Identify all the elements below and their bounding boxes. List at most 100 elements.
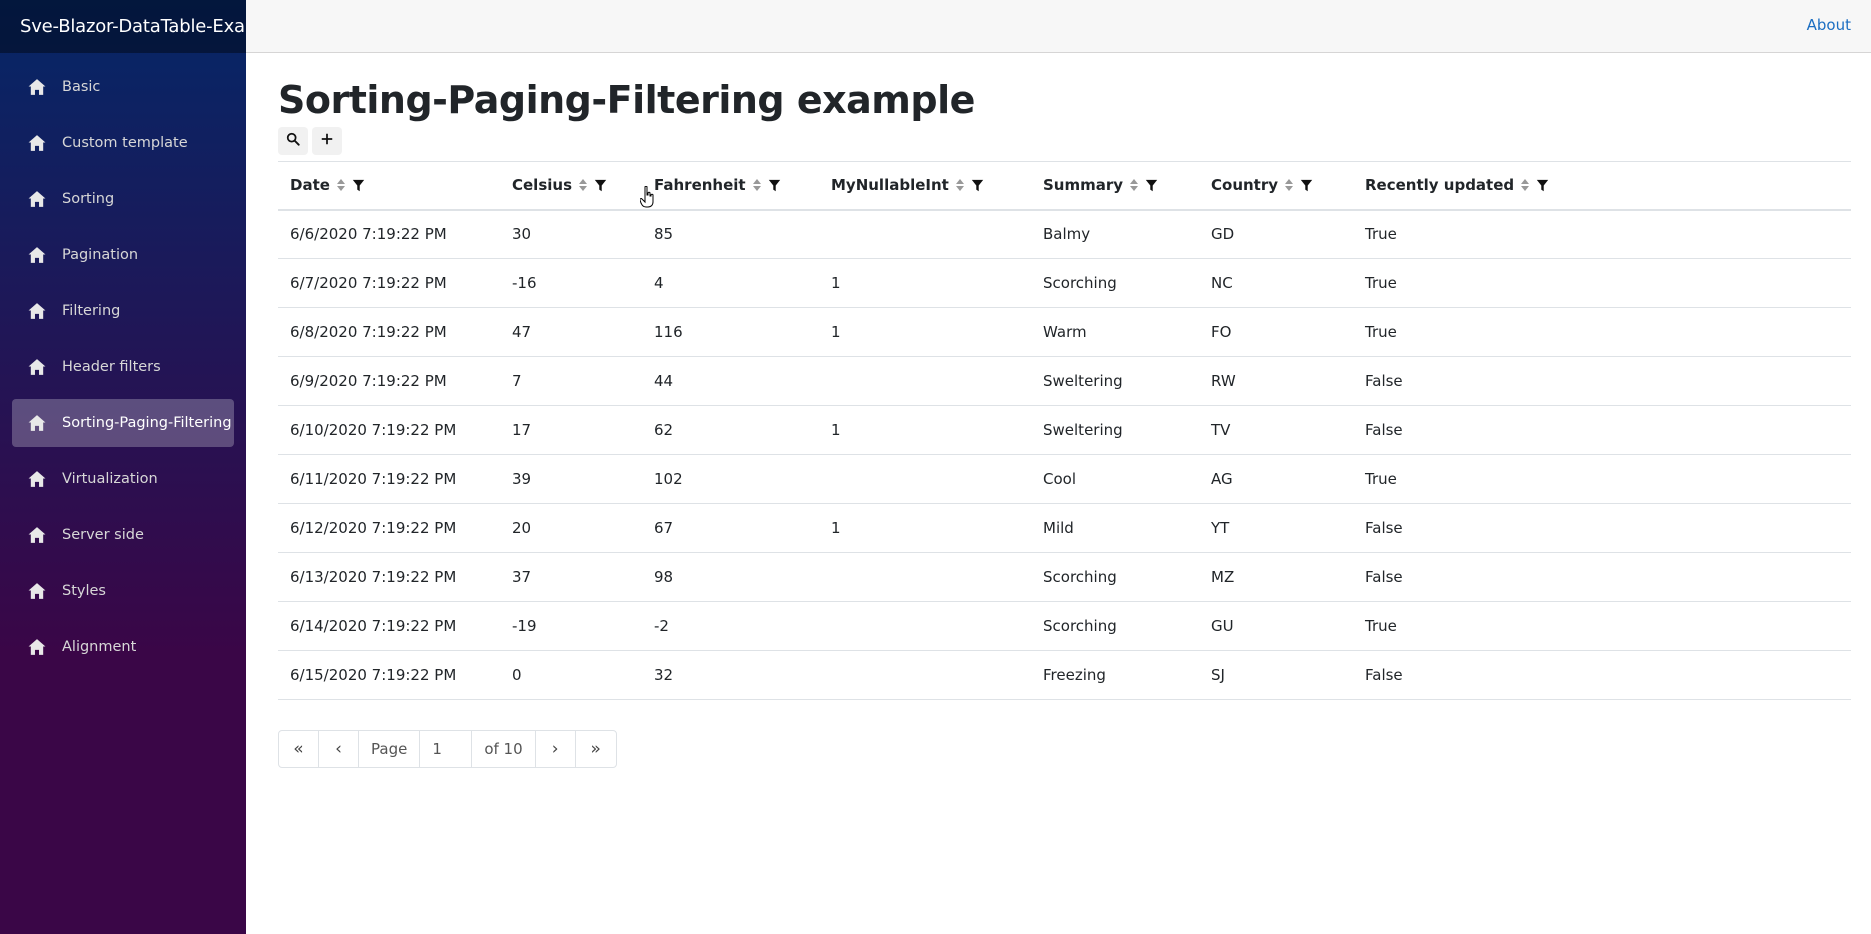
pager: « ‹ Page of 10 › »: [278, 730, 617, 768]
sidebar-item-label: Virtualization: [62, 471, 158, 487]
table-cell: 6/7/2020 7:19:22 PM: [278, 258, 500, 308]
table-cell: FO: [1199, 307, 1353, 357]
table-cell: 6/11/2020 7:19:22 PM: [278, 454, 500, 504]
home-icon: [28, 134, 46, 152]
filter-icon[interactable]: [1300, 179, 1313, 192]
sidebar-item-custom-template[interactable]: Custom template: [12, 119, 234, 167]
table-cell: Scorching: [1031, 258, 1199, 308]
table-cell: False: [1353, 552, 1851, 602]
sidebar-item-basic[interactable]: Basic: [12, 63, 234, 111]
add-button[interactable]: [312, 127, 342, 155]
table-cell: -2: [642, 601, 819, 651]
app-brand[interactable]: Sve-Blazor-DataTable-Example: [20, 16, 246, 37]
table-cell: GD: [1199, 209, 1353, 259]
column-header-date[interactable]: Date: [278, 161, 500, 211]
filter-icon[interactable]: [1536, 179, 1549, 192]
sort-icon[interactable]: [1284, 178, 1294, 192]
table-row: 6/11/2020 7:19:22 PM 39 102 Cool AG True: [278, 454, 1851, 504]
sort-icon[interactable]: [752, 178, 762, 192]
next-page-button[interactable]: ›: [536, 731, 576, 767]
table-cell: 30: [500, 209, 642, 259]
table-cell: GU: [1199, 601, 1353, 651]
sidebar-item-alignment[interactable]: Alignment: [12, 623, 234, 671]
column-header-country[interactable]: Country: [1199, 161, 1353, 211]
table-cell: TV: [1199, 405, 1353, 455]
table-row: 6/13/2020 7:19:22 PM 37 98 Scorching MZ False: [278, 552, 1851, 602]
sidebar-item-label: Sorting: [62, 191, 115, 207]
column-header-label: Recently updated: [1365, 176, 1515, 195]
table-cell: SJ: [1199, 650, 1353, 700]
column-header-label: MyNullableInt: [831, 176, 949, 195]
page-number-input[interactable]: [420, 731, 473, 767]
table-cell: [819, 552, 1031, 602]
filter-icon[interactable]: [768, 179, 781, 192]
column-header-recently-updated[interactable]: Recently updated: [1353, 161, 1851, 211]
table-cell: Warm: [1031, 307, 1199, 357]
table-cell: 37: [500, 552, 642, 602]
prev-page-button[interactable]: ‹: [319, 731, 359, 767]
search-icon: [286, 132, 300, 150]
filter-icon[interactable]: [352, 179, 365, 192]
filter-icon[interactable]: [594, 179, 607, 192]
column-header-summary[interactable]: Summary: [1031, 161, 1199, 211]
sidebar-item-styles[interactable]: Styles: [12, 567, 234, 615]
table-cell: 62: [642, 405, 819, 455]
sort-icon[interactable]: [578, 178, 588, 192]
table-cell: True: [1353, 258, 1851, 308]
table-cell: [819, 356, 1031, 406]
sidebar-item-label: Filtering: [62, 303, 121, 319]
main-content: Sorting-Paging-Filtering example Date Cel…: [278, 53, 1851, 768]
table-cell: [819, 601, 1031, 651]
sort-icon[interactable]: [336, 178, 346, 192]
table-cell: 116: [642, 307, 819, 357]
filter-icon[interactable]: [971, 179, 984, 192]
home-icon: [28, 358, 46, 376]
filter-icon[interactable]: [1145, 179, 1158, 192]
table-cell: 67: [642, 503, 819, 553]
sort-icon[interactable]: [1129, 178, 1139, 192]
table-cell: 47: [500, 307, 642, 357]
sidebar-item-virtualization[interactable]: Virtualization: [12, 455, 234, 503]
sort-icon[interactable]: [1520, 178, 1530, 192]
table-cell: 44: [642, 356, 819, 406]
table-row: 6/10/2020 7:19:22 PM 17 62 1 Sweltering TV Fal…: [278, 405, 1851, 455]
brand-bar: Sve-Blazor-DataTable-Example: [0, 0, 246, 53]
table-cell: 85: [642, 209, 819, 259]
table-cell: Scorching: [1031, 601, 1199, 651]
sidebar-item-header-filters[interactable]: Header filters: [12, 343, 234, 391]
last-page-button[interactable]: »: [576, 731, 616, 767]
home-icon: [28, 638, 46, 656]
plus-icon: [320, 132, 334, 150]
sidebar-item-server-side[interactable]: Server side: [12, 511, 234, 559]
sidebar-item-sorting[interactable]: Sorting: [12, 175, 234, 223]
sidebar-item-pagination[interactable]: Pagination: [12, 231, 234, 279]
table-cell: True: [1353, 307, 1851, 357]
table-row: 6/14/2020 7:19:22 PM -19 -2 Scorching GU True: [278, 601, 1851, 651]
table-cell: [819, 209, 1031, 259]
table-row: 6/12/2020 7:19:22 PM 20 67 1 Mild YT False: [278, 503, 1851, 553]
table-cell: 0: [500, 650, 642, 700]
column-header-label: Country: [1211, 176, 1279, 195]
page-count-label: of 10: [472, 731, 536, 767]
table-cell: MZ: [1199, 552, 1353, 602]
page-label: Page: [359, 731, 421, 767]
about-link[interactable]: About: [1807, 16, 1851, 34]
sidebar-item-filtering[interactable]: Filtering: [12, 287, 234, 335]
sort-icon[interactable]: [955, 178, 965, 192]
table-cell: 98: [642, 552, 819, 602]
column-header-celsius[interactable]: Celsius: [500, 161, 642, 211]
home-icon: [28, 190, 46, 208]
table-cell: 17: [500, 405, 642, 455]
sidebar: Sve-Blazor-DataTable-Example Basic Custom…: [0, 0, 246, 934]
sidebar-item-sorting-paging-filtering[interactable]: Sorting-Paging-Filtering: [12, 399, 234, 447]
table-cell: Cool: [1031, 454, 1199, 504]
column-header-mynullableint[interactable]: MyNullableInt: [819, 161, 1031, 211]
first-page-button[interactable]: «: [279, 731, 319, 767]
sidebar-nav: Basic Custom template Sorting Pagination Fil…: [0, 53, 246, 671]
sidebar-item-label: Pagination: [62, 247, 139, 263]
column-header-fahrenheit[interactable]: Fahrenheit: [642, 161, 819, 211]
table-cell: 32: [642, 650, 819, 700]
sidebar-item-label: Server side: [62, 527, 144, 543]
search-button[interactable]: [278, 127, 308, 155]
table-cell: 6/14/2020 7:19:22 PM: [278, 601, 500, 651]
